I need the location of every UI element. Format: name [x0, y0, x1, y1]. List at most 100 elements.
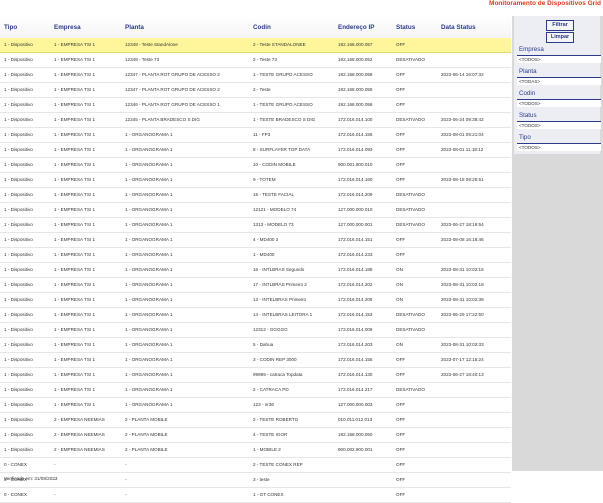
table-row[interactable]: 1 - Dispositivo 1 - EMPRESA TSI 1 1 - ORGA… [0, 173, 511, 188]
cell-empresa: 1 - EMPRESA TSI 1 [54, 207, 96, 212]
table-row[interactable]: 1 - Dispositivo 2 - EMPRESA NEEMIAS 2 - PL… [0, 443, 511, 458]
filter-select-empresa[interactable]: <TODOS> [517, 55, 601, 63]
table-row[interactable]: 1 - Dispositivo 2 - EMPRESA NEEMIAS 2 - PL… [0, 413, 511, 428]
cell-planta: 2 - PLANTA MOBILE [125, 417, 168, 422]
table-row[interactable]: 1 - Dispositivo 1 - EMPRESA TSI 1 1 - ORGA… [0, 233, 511, 248]
cell-empresa: 2 - EMPRESA NEEMIAS [54, 432, 105, 437]
cell-empresa: 1 - EMPRESA TSI 1 [54, 177, 96, 182]
table-row[interactable]: 1 - Dispositivo 1 - EMPRESA TSI 1 1 - ORGA… [0, 308, 511, 323]
cell-codin: 2 - Teste STANDALONEE [253, 42, 306, 47]
cell-status: OFF [396, 252, 406, 257]
cell-planta: 12348 - Teste 73 [125, 57, 160, 62]
cell-status: OFF [396, 162, 406, 167]
cell-data-status: 2023-08-18 09:25:51 [441, 177, 484, 182]
cell-status: OFF [396, 402, 406, 407]
cell-status: OFF [396, 177, 406, 182]
table-row[interactable]: 1 - Dispositivo 1 - EMPRESA TSI 1 1 - ORGA… [0, 188, 511, 203]
cell-codin: 10 - CODIN MOBILE [253, 162, 296, 167]
table-row[interactable]: 1 - Dispositivo 1 - EMPRESA TSI 1 1 - ORGA… [0, 263, 511, 278]
cell-planta: - [125, 477, 127, 482]
cell-planta: 1 - ORGANOGRAMA 1 [125, 267, 173, 272]
table-row[interactable]: 1 - Dispositivo 1 - EMPRESA TSI 1 1 - ORGA… [0, 128, 511, 143]
table-row[interactable]: 1 - Dispositivo 1 - EMPRESA TSI 1 12345 - … [0, 113, 511, 128]
table-row[interactable]: 1 - Dispositivo 1 - EMPRESA TSI 1 1 - ORGA… [0, 158, 511, 173]
column-header-ip[interactable]: Endereço IP [338, 24, 374, 31]
cell-planta: 12347 - PLANTA ROT GRUPO DE ACESSO 2 [125, 87, 220, 92]
cell-planta: 12346 - PLANTA ROT GRUPO DE ACESSO 1 [125, 102, 220, 107]
table-row[interactable]: 1 - Dispositivo 1 - EMPRESA TSI 1 12348 - … [0, 53, 511, 68]
cell-data-status: 2023-06-29 17:22:50 [441, 312, 484, 317]
cell-codin: 15 - TESTE FACIAL [253, 192, 295, 197]
table-row[interactable]: 1 - Dispositivo 1 - EMPRESA TSI 1 1 - ORGA… [0, 203, 511, 218]
table-row[interactable]: 1 - Dispositivo 1 - EMPRESA TSI 1 1 - ORGA… [0, 278, 511, 293]
page-title: Monitoramento de Dispositivos Grid [489, 0, 601, 7]
column-header-status[interactable]: Status [396, 24, 415, 31]
filter-panel: Filtrar Limpar Empresa <TODOS> Planta <T… [512, 16, 603, 471]
cell-planta: 1 - ORGANOGRAMA 1 [125, 132, 173, 137]
cell-codin: 1313 - MODELO 73 [253, 222, 294, 227]
table-row-selected[interactable]: 1 - Dispositivo 1 - EMPRESA TSI 1 12348 - … [0, 38, 511, 53]
cell-ip: 127.000.000.001 [338, 222, 373, 227]
grid-header: Tipo Empresa Planta Codin Endereço IP St… [0, 16, 511, 39]
table-row[interactable]: 1 - Dispositivo 1 - EMPRESA TSI 1 12347 - … [0, 68, 511, 83]
cell-tipo: 1 - Dispositivo [4, 147, 33, 152]
table-row[interactable]: 0 - CONEX - - 2 - TESTE CONEX REP OFF [0, 458, 511, 473]
table-row[interactable]: 1 - Dispositivo 1 - EMPRESA TSI 1 1 - ORGA… [0, 293, 511, 308]
table-row[interactable]: 1 - Dispositivo 1 - EMPRESA TSI 1 1 - ORGA… [0, 248, 511, 263]
cell-planta: 12347 - PLANTA ROT GRUPO DE ACESSO 2 [125, 72, 220, 77]
column-header-tipo[interactable]: Tipo [4, 24, 17, 31]
table-row[interactable]: 1 - Dispositivo 1 - EMPRESA TSI 1 1 - ORGA… [0, 383, 511, 398]
table-row[interactable]: 1 - Dispositivo 1 - EMPRESA TSI 1 1 - ORGA… [0, 338, 511, 353]
cell-codin: 16 - INTLBRAS Segundo [253, 267, 305, 272]
table-row[interactable]: 1 - Dispositivo 1 - EMPRESA TSI 1 1 - ORGA… [0, 353, 511, 368]
cell-empresa: 1 - EMPRESA TSI 1 [54, 387, 96, 392]
cell-tipo: 1 - Dispositivo [4, 132, 33, 137]
table-row[interactable]: 1 - Dispositivo 1 - EMPRESA TSI 1 12346 - … [0, 98, 511, 113]
cell-data-status: 2023-07-17 12:15:24 [441, 357, 484, 362]
table-row[interactable]: 1 - Dispositivo 1 - EMPRESA TSI 1 1 - ORGA… [0, 143, 511, 158]
column-header-empresa[interactable]: Empresa [54, 24, 81, 31]
cell-status: OFF [396, 492, 406, 497]
cell-planta: 1 - ORGANOGRAMA 1 [125, 387, 173, 392]
cell-ip: 192.168.000.057 [338, 42, 373, 47]
cell-planta: 1 - ORGANOGRAMA 1 [125, 357, 173, 362]
table-row[interactable]: 1 - Dispositivo 1 - EMPRESA TSI 1 1 - ORGA… [0, 323, 511, 338]
column-header-data-status[interactable]: Data Status [441, 24, 476, 31]
cell-status: OFF [396, 462, 406, 467]
cell-planta: 2 - PLANTA MOBILE [125, 432, 168, 437]
cell-codin: 2 - Teste 73 [253, 57, 277, 62]
clear-button[interactable]: Limpar [546, 32, 574, 43]
cell-status: ON [396, 267, 403, 272]
table-row[interactable]: 1 - Dispositivo 1 - EMPRESA TSI 1 1 - ORGA… [0, 398, 511, 413]
cell-empresa: 1 - EMPRESA TSI 1 [54, 102, 96, 107]
cell-empresa: 1 - EMPRESA TSI 1 [54, 162, 96, 167]
cell-codin: 2 - Teste [253, 87, 271, 92]
filter-select-planta[interactable]: <TODAS> [517, 77, 601, 85]
table-row[interactable]: 1 - Dispositivo 1 - EMPRESA TSI 1 1 - ORGA… [0, 218, 511, 233]
table-row[interactable]: 0 - CONEX - - 1 - GT CONEX OFF [0, 488, 511, 503]
cell-tipo: 1 - Dispositivo [4, 357, 33, 362]
column-header-planta[interactable]: Planta [125, 24, 144, 31]
cell-tipo: 1 - Dispositivo [4, 57, 33, 62]
cell-codin: 4 - TESTE IGOR [253, 432, 288, 437]
cell-ip: 172.016.014.100 [338, 117, 373, 122]
filter-button[interactable]: Filtrar [546, 20, 574, 31]
filter-select-status[interactable]: <TODOS> [517, 121, 601, 129]
column-header-codin[interactable]: Codin [253, 24, 271, 31]
filter-select-codin[interactable]: <TODOS> [517, 99, 601, 107]
table-row[interactable]: 0 - CONEX - -3 - teste OFF [0, 473, 511, 488]
cell-codin: 17 - INTLBRAS Primeiro 2 [253, 282, 307, 287]
cell-tipo: 1 - Dispositivo [4, 207, 33, 212]
table-row[interactable]: 1 - Dispositivo 1 - EMPRESA TSI 1 1 - ORGA… [0, 368, 511, 383]
table-row[interactable]: 1 - Dispositivo 1 - EMPRESA TSI 1 12347 - … [0, 83, 511, 98]
cell-empresa: - [54, 462, 56, 467]
filter-select-tipo[interactable]: <TODOS> [517, 143, 601, 151]
cell-empresa: - [54, 492, 56, 497]
cell-status: DESATIVADO [396, 117, 425, 122]
cell-empresa: 1 - EMPRESA TSI 1 [54, 222, 96, 227]
cell-status: ON [396, 342, 403, 347]
cell-planta: 1 - ORGANOGRAMA 1 [125, 402, 173, 407]
cell-tipo: 1 - Dispositivo [4, 297, 33, 302]
table-row[interactable]: 1 - Dispositivo 2 - EMPRESA NEEMIAS 2 - PL… [0, 428, 511, 443]
cell-empresa: 2 - EMPRESA NEEMIAS [54, 447, 105, 452]
